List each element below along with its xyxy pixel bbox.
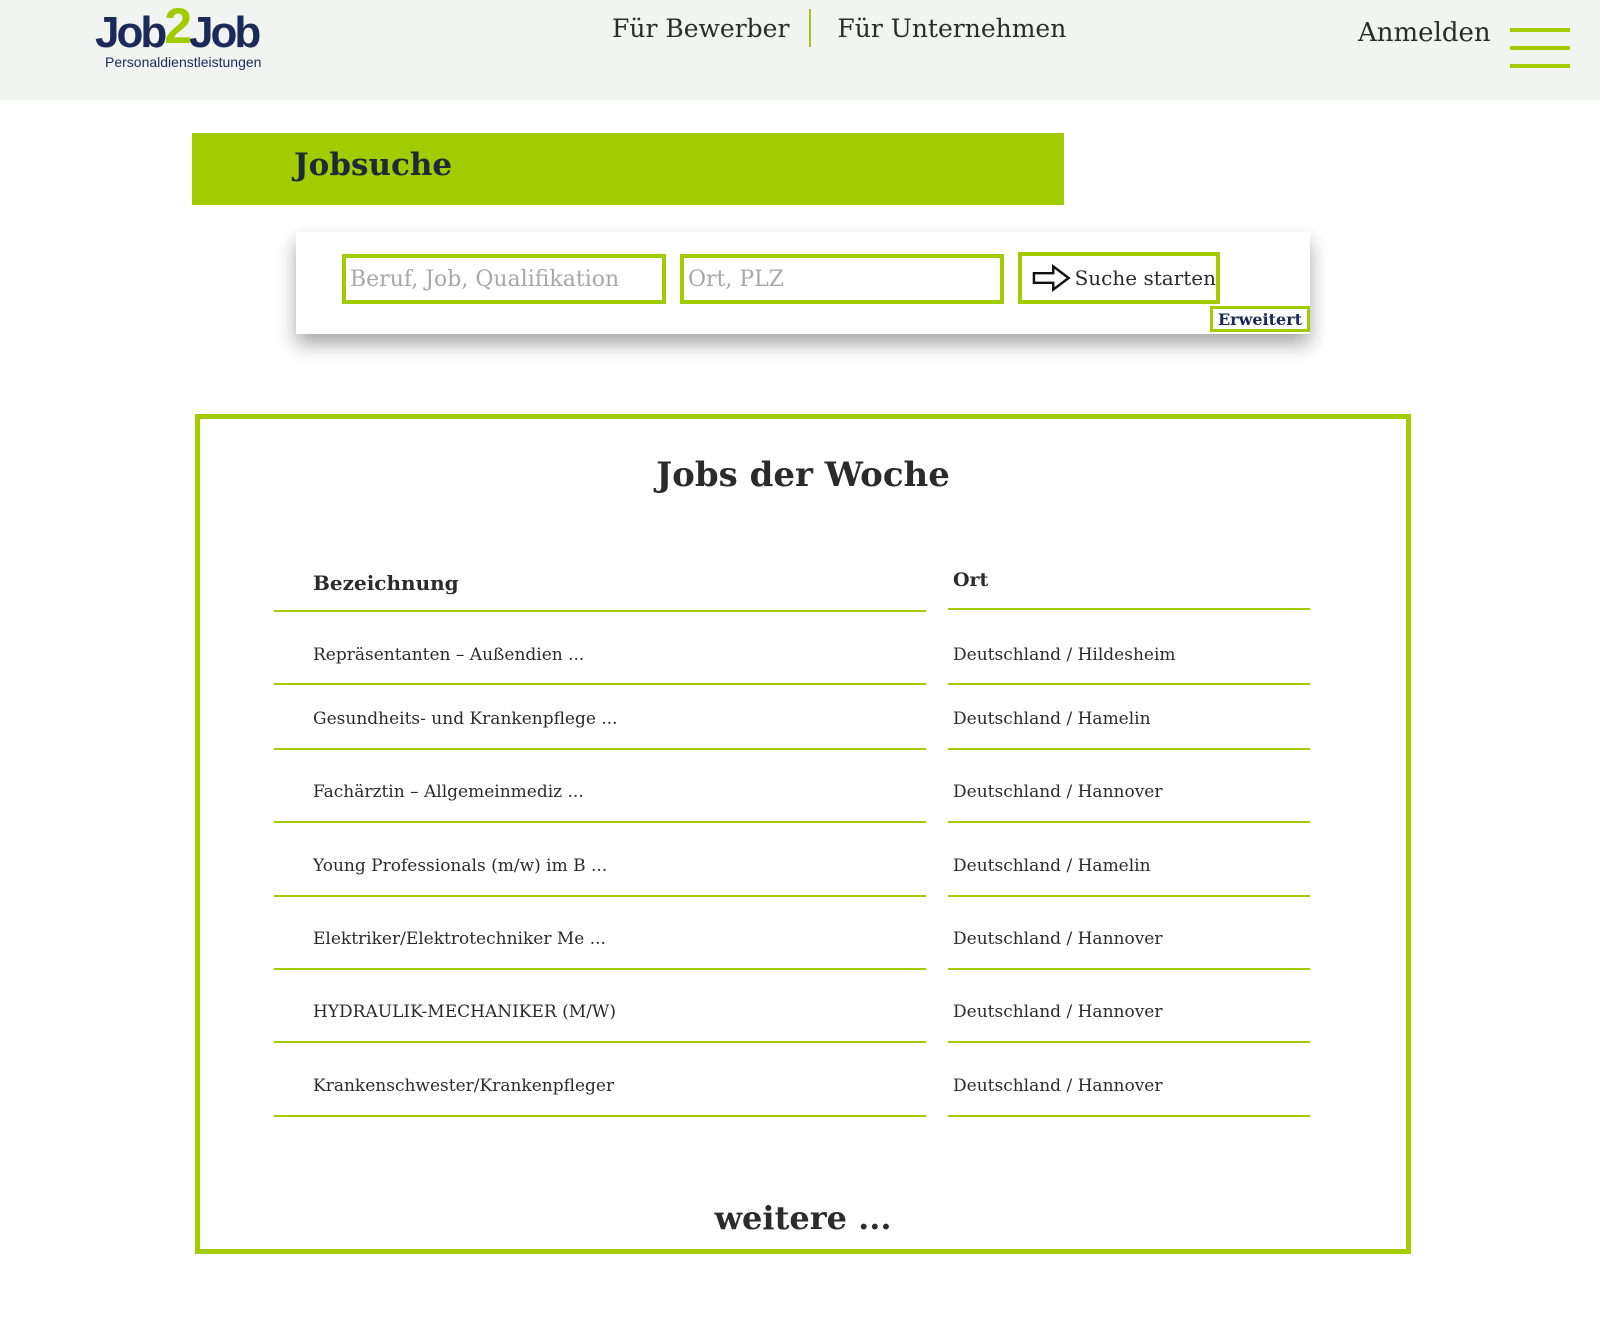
- row-divider: [948, 1041, 1310, 1043]
- row-divider: [274, 821, 926, 823]
- search-submit-button[interactable]: Suche starten: [1018, 252, 1220, 304]
- jobs-of-week-box: Jobs der Woche Bezeichnung Ort Repräsent…: [195, 414, 1411, 1254]
- row-divider: [274, 1115, 926, 1117]
- nav-fuer-unternehmen[interactable]: Für Unternehmen: [837, 14, 1066, 43]
- column-header-name: Bezeichnung: [313, 571, 459, 595]
- job-location: Deutschland / Hannover: [953, 929, 1163, 949]
- job-location: Deutschland / Hamelin: [953, 709, 1151, 729]
- job-title-link[interactable]: Repräsentanten – Außendien ...: [313, 645, 584, 665]
- row-divider: [948, 748, 1310, 750]
- job2job-logo[interactable]: Job2Job Personaldienstleistungen: [95, 0, 285, 74]
- row-divider: [274, 748, 926, 750]
- arrow-right-icon: [1032, 264, 1071, 292]
- advanced-search-button[interactable]: Erweitert: [1210, 306, 1310, 332]
- search-card: Suche starten Erweitert: [296, 232, 1310, 334]
- row-divider: [948, 895, 1310, 897]
- row-divider: [948, 683, 1310, 685]
- row-divider: [274, 895, 926, 897]
- top-nav: Für Bewerber Für Unternehmen: [612, 8, 1066, 48]
- job-title-link[interactable]: HYDRAULIK-MECHANIKER (M/W): [313, 1002, 616, 1022]
- job-location: Deutschland / Hannover: [953, 1002, 1163, 1022]
- row-divider: [274, 968, 926, 970]
- row-divider: [274, 683, 926, 685]
- logo-subtitle: Personaldienstleistungen: [105, 54, 262, 70]
- job-location: Deutschland / Hamelin: [953, 856, 1151, 876]
- job-title-link[interactable]: Young Professionals (m/w) im B ...: [313, 856, 607, 876]
- job-search-input[interactable]: [342, 254, 666, 304]
- more-jobs-link[interactable]: weitere ...: [200, 1199, 1406, 1237]
- row-divider: [274, 1041, 926, 1043]
- hamburger-bar: [1510, 46, 1570, 50]
- place-search-input[interactable]: [680, 254, 1004, 304]
- jobsuche-banner: Jobsuche: [192, 133, 1064, 205]
- hamburger-bar: [1510, 64, 1570, 68]
- logo-wordmark: Job2Job: [95, 0, 261, 57]
- hamburger-icon[interactable]: [1510, 28, 1570, 72]
- jobs-of-week-title: Jobs der Woche: [656, 455, 950, 495]
- job-title-link[interactable]: Gesundheits- und Krankenpflege ...: [313, 709, 618, 729]
- column-header-place: Ort: [953, 569, 989, 591]
- job-title-link[interactable]: Krankenschwester/Krankenpfleger: [313, 1076, 614, 1096]
- hamburger-bar: [1510, 28, 1570, 32]
- row-divider: [948, 1115, 1310, 1117]
- job-title-link[interactable]: Elektriker/Elektrotechniker Me ...: [313, 929, 606, 949]
- search-submit-label: Suche starten: [1074, 266, 1216, 290]
- page-title: Jobsuche: [294, 147, 453, 183]
- site-header: Job2Job Personaldienstleistungen Für Bew…: [0, 0, 1600, 100]
- nav-fuer-bewerber[interactable]: Für Bewerber: [612, 14, 789, 43]
- header-divider-place: [948, 608, 1310, 610]
- row-divider: [948, 968, 1310, 970]
- header-divider-name: [274, 610, 926, 612]
- row-divider: [948, 821, 1310, 823]
- login-link[interactable]: Anmelden: [1358, 18, 1491, 48]
- nav-separator: [809, 9, 812, 47]
- job-location: Deutschland / Hannover: [953, 1076, 1163, 1096]
- job-location: Deutschland / Hannover: [953, 782, 1163, 802]
- job-title-link[interactable]: Fachärztin – Allgemeinmediz ...: [313, 782, 584, 802]
- job-location: Deutschland / Hildesheim: [953, 645, 1176, 665]
